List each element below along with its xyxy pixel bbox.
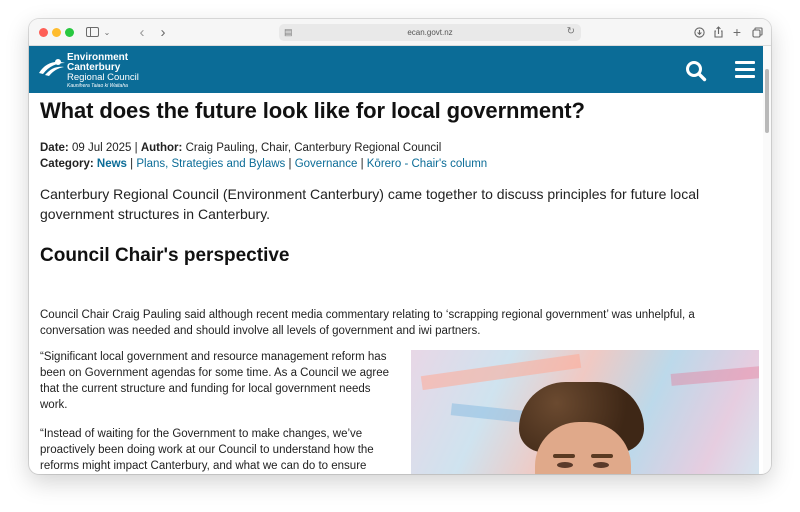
reload-icon[interactable]: ↻: [567, 26, 575, 37]
author-value: Craig Pauling, Chair, Canterbury Regiona…: [185, 142, 442, 154]
ecan-logo[interactable]: Environment Canterbury Regional Council …: [37, 53, 147, 89]
category-label: Category:: [40, 158, 94, 170]
date-label: Date:: [40, 142, 69, 154]
article-paragraph: “Significant local government and resour…: [40, 351, 390, 411]
logo-text-line3: Regional Council: [67, 72, 139, 83]
article-intro: Canterbury Regional Council (Environment…: [40, 186, 700, 222]
article-meta-categories: Category: News | Plans, Strategies and B…: [40, 158, 487, 170]
separator: |: [288, 158, 292, 170]
tab-overview-icon[interactable]: [749, 23, 765, 41]
category-link-korero[interactable]: Kōrero - Chair's column: [367, 158, 487, 170]
separator: |: [134, 142, 138, 154]
search-icon[interactable]: [685, 60, 707, 82]
ecan-logo-mark-icon: [39, 59, 65, 76]
logo-text-line4: Kaunihera Taiao ki Waitaha: [67, 83, 128, 89]
chevron-down-icon[interactable]: ⌄: [102, 23, 112, 41]
category-link-plans[interactable]: Plans, Strategies and Bylaws: [136, 158, 285, 170]
scrollbar-thumb[interactable]: [765, 69, 769, 133]
category-link-news[interactable]: News: [97, 158, 127, 170]
author-label: Author:: [140, 142, 183, 154]
article-title: What does the future look like for local…: [40, 98, 585, 123]
category-link-governance[interactable]: Governance: [295, 158, 358, 170]
minimize-window-button[interactable]: [52, 28, 61, 37]
date-value: 09 Jul 2025: [71, 142, 132, 154]
page-settings-icon[interactable]: ▤: [284, 27, 293, 38]
url-text: ecan.govt.nz: [407, 28, 453, 37]
download-icon[interactable]: [691, 23, 707, 41]
share-icon[interactable]: [710, 23, 726, 41]
hamburger-menu-icon[interactable]: [735, 61, 755, 79]
separator: |: [360, 158, 364, 170]
close-window-button[interactable]: [39, 28, 48, 37]
zoom-window-button[interactable]: [65, 28, 74, 37]
article-paragraph: “Instead of waiting for the Government t…: [40, 428, 374, 472]
separator: |: [130, 158, 134, 170]
browser-window: ⌄ ‹ › ▤ ecan.govt.nz ↻ + Environment Can…: [29, 19, 771, 474]
back-arrow-icon[interactable]: ‹: [134, 23, 150, 41]
new-tab-icon[interactable]: +: [729, 23, 745, 41]
article-paragraph: Council Chair Craig Pauling said althoug…: [40, 309, 695, 337]
article-meta-date-author: Date: 09 Jul 2025 | Author: Craig Paulin…: [40, 142, 441, 154]
address-bar[interactable]: ▤ ecan.govt.nz ↻: [279, 24, 581, 41]
forward-arrow-icon[interactable]: ›: [155, 23, 171, 41]
site-header: Environment Canterbury Regional Council …: [29, 46, 763, 93]
browser-toolbar: ⌄ ‹ › ▤ ecan.govt.nz ↻ +: [29, 19, 771, 46]
section-heading: Council Chair's perspective: [40, 245, 290, 266]
chair-portrait-image: [411, 350, 759, 474]
article-content: What does the future look like for local…: [29, 93, 763, 474]
